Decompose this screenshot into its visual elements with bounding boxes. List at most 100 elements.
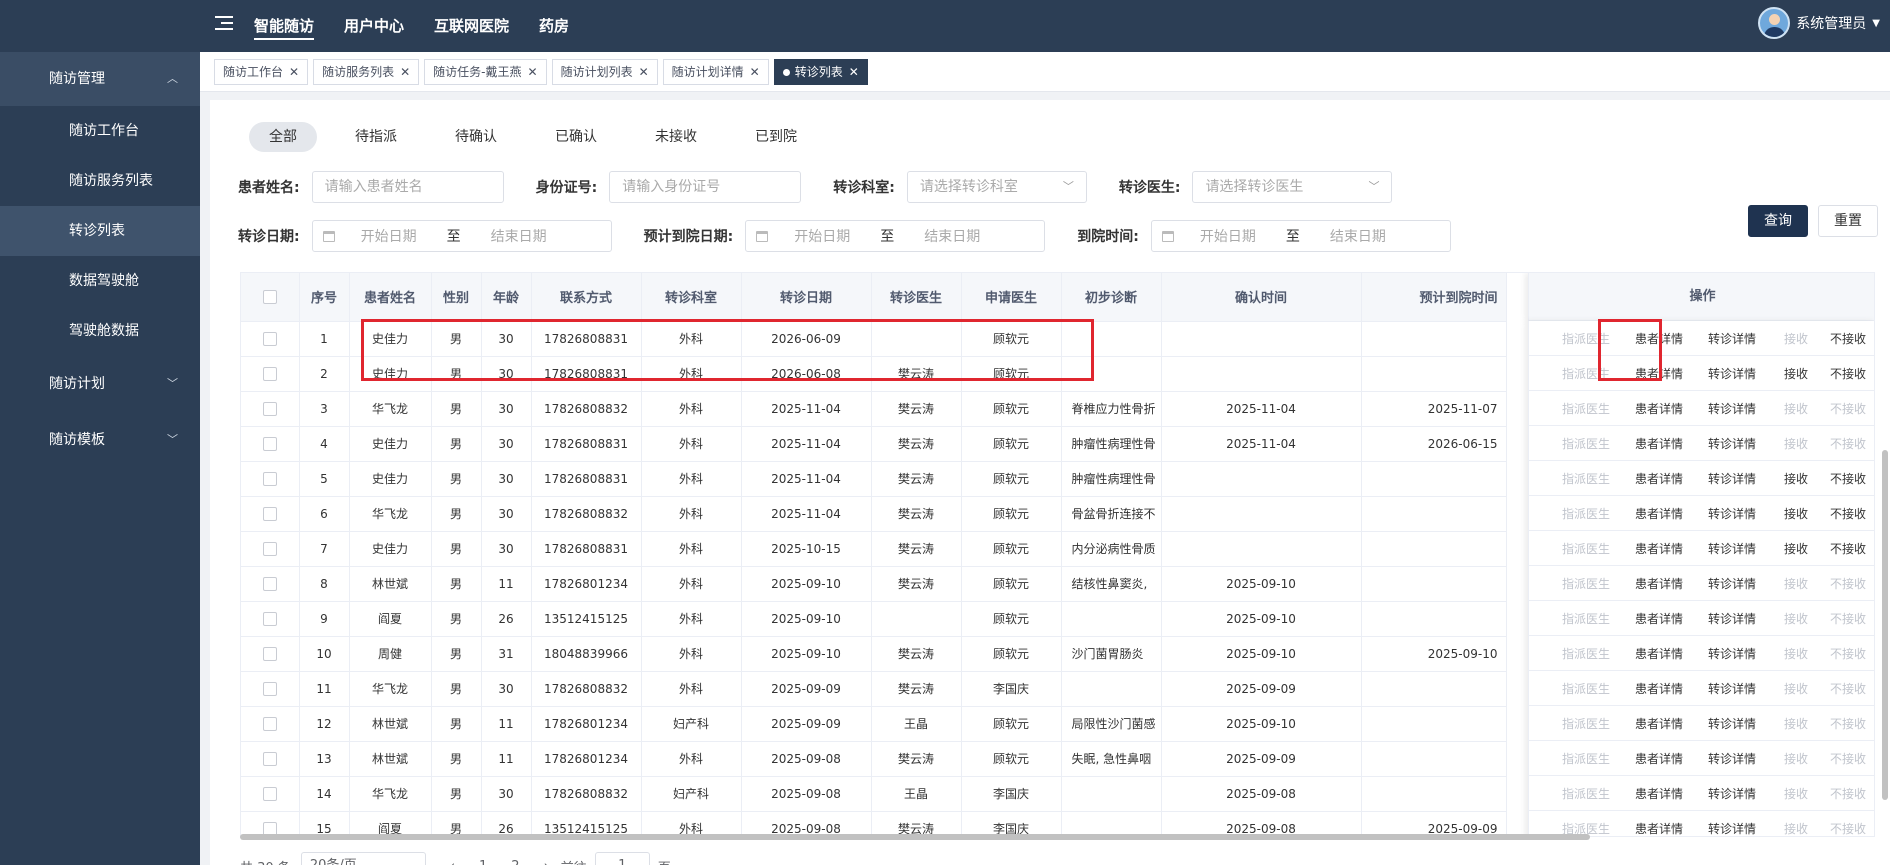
accept-link[interactable]: 接收 <box>1771 785 1821 802</box>
caret-down-icon[interactable]: ▼ <box>1872 18 1880 29</box>
tab-plan-detail[interactable]: 随访计划详情 ✕ <box>662 59 769 85</box>
patient-detail-link[interactable]: 患者详情 <box>1625 400 1693 417</box>
row-checkbox[interactable] <box>262 786 277 801</box>
row-checkbox[interactable] <box>262 436 277 451</box>
reject-link[interactable]: 不接收 <box>1821 575 1874 592</box>
start-date-input[interactable]: 开始日期 <box>794 226 850 246</box>
row-checkbox[interactable] <box>262 331 277 346</box>
status-tab-pending-confirm[interactable]: 待确认 <box>435 122 517 152</box>
patient-detail-link[interactable]: 患者详情 <box>1625 680 1693 697</box>
accept-link[interactable]: 接收 <box>1771 750 1821 767</box>
accept-link[interactable]: 接收 <box>1771 575 1821 592</box>
row-checkbox[interactable] <box>262 576 277 591</box>
accept-link[interactable]: 接收 <box>1771 820 1821 837</box>
page-size-select[interactable]: 20条/页 <box>300 852 426 865</box>
accept-link[interactable]: 接收 <box>1771 365 1821 382</box>
horizontal-scrollbar[interactable] <box>240 834 1590 840</box>
reject-link[interactable]: 不接收 <box>1821 610 1874 627</box>
sidebar-group-followup-management[interactable]: 随访管理 ︿ <box>0 52 200 106</box>
accept-link[interactable]: 接收 <box>1771 330 1821 347</box>
referral-detail-link[interactable]: 转诊详情 <box>1693 330 1771 347</box>
assign-doctor-link[interactable]: 指派医生 <box>1547 540 1625 557</box>
assign-doctor-link[interactable]: 指派医生 <box>1547 680 1625 697</box>
referral-detail-link[interactable]: 转诊详情 <box>1693 505 1771 522</box>
accept-link[interactable]: 接收 <box>1771 505 1821 522</box>
row-checkbox[interactable] <box>262 506 277 521</box>
status-tab-pending-assign[interactable]: 待指派 <box>335 122 417 152</box>
reject-link[interactable]: 不接收 <box>1821 505 1874 522</box>
reject-link[interactable]: 不接收 <box>1821 785 1874 802</box>
reject-link[interactable]: 不接收 <box>1821 470 1874 487</box>
patient-detail-link[interactable]: 患者详情 <box>1625 820 1693 837</box>
tab-service-list[interactable]: 随访服务列表 ✕ <box>313 59 420 85</box>
topnav-smart-followup[interactable]: 智能随访 <box>254 0 315 52</box>
sidebar-item-workbench[interactable]: 随访工作台 <box>0 106 200 156</box>
referral-detail-link[interactable]: 转诊详情 <box>1693 610 1771 627</box>
patient-detail-link[interactable]: 患者详情 <box>1625 575 1693 592</box>
assign-doctor-link[interactable]: 指派医生 <box>1547 365 1625 382</box>
accept-link[interactable]: 接收 <box>1771 470 1821 487</box>
assign-doctor-link[interactable]: 指派医生 <box>1547 330 1625 347</box>
row-checkbox[interactable] <box>262 471 277 486</box>
reject-link[interactable]: 不接收 <box>1821 645 1874 662</box>
referral-dept-select[interactable]: 请选择转诊科室 ﹀ <box>906 171 1087 203</box>
patient-detail-link[interactable]: 患者详情 <box>1625 715 1693 732</box>
close-icon[interactable]: ✕ <box>750 60 760 84</box>
status-tab-confirmed[interactable]: 已确认 <box>535 122 617 152</box>
vertical-scrollbar[interactable] <box>1882 450 1888 800</box>
sidebar-group-followup-plan[interactable]: 随访计划 ﹀ <box>0 356 200 412</box>
referral-detail-link[interactable]: 转诊详情 <box>1693 575 1771 592</box>
assign-doctor-link[interactable]: 指派医生 <box>1547 470 1625 487</box>
arrival-time-range[interactable]: 开始日期 至 结束日期 <box>1150 220 1451 252</box>
assign-doctor-link[interactable]: 指派医生 <box>1547 645 1625 662</box>
accept-link[interactable]: 接收 <box>1771 435 1821 452</box>
page-2[interactable]: 2 <box>511 859 519 865</box>
patient-detail-link[interactable]: 患者详情 <box>1625 505 1693 522</box>
reset-button[interactable]: 重置 <box>1818 205 1878 237</box>
user-name[interactable]: 系统管理员 <box>1796 13 1866 33</box>
referral-detail-link[interactable]: 转诊详情 <box>1693 470 1771 487</box>
tab-plan-list[interactable]: 随访计划列表 ✕ <box>551 59 658 85</box>
sidebar-item-service-list[interactable]: 随访服务列表 <box>0 156 200 206</box>
avatar[interactable] <box>1758 7 1791 39</box>
accept-link[interactable]: 接收 <box>1771 680 1821 697</box>
tab-followup-task[interactable]: 随访任务-戴王燕 ✕ <box>424 59 547 85</box>
assign-doctor-link[interactable]: 指派医生 <box>1547 610 1625 627</box>
patient-detail-link[interactable]: 患者详情 <box>1625 645 1693 662</box>
user-menu[interactable]: 系统管理员 ▼ <box>1758 7 1880 39</box>
topnav-pharmacy[interactable]: 药房 <box>539 0 569 52</box>
accept-link[interactable]: 接收 <box>1771 610 1821 627</box>
patient-name-input[interactable]: 请输入患者姓名 <box>311 171 504 203</box>
select-all-checkbox[interactable] <box>262 289 277 304</box>
referral-detail-link[interactable]: 转诊详情 <box>1693 645 1771 662</box>
start-date-input[interactable]: 开始日期 <box>1200 226 1256 246</box>
patient-detail-link[interactable]: 患者详情 <box>1625 610 1693 627</box>
sidebar-item-referral-list[interactable]: 转诊列表 <box>0 206 200 256</box>
reject-link[interactable]: 不接收 <box>1821 330 1874 347</box>
assign-doctor-link[interactable]: 指派医生 <box>1547 750 1625 767</box>
end-date-input[interactable]: 结束日期 <box>1330 226 1386 246</box>
reject-link[interactable]: 不接收 <box>1821 715 1874 732</box>
referral-detail-link[interactable]: 转诊详情 <box>1693 365 1771 382</box>
topnav-user-center[interactable]: 用户中心 <box>344 0 404 52</box>
assign-doctor-link[interactable]: 指派医生 <box>1547 715 1625 732</box>
referral-detail-link[interactable]: 转诊详情 <box>1693 785 1771 802</box>
patient-detail-link[interactable]: 患者详情 <box>1625 785 1693 802</box>
prev-page-icon[interactable]: ‹ <box>450 859 455 865</box>
assign-doctor-link[interactable]: 指派医生 <box>1547 785 1625 802</box>
reject-link[interactable]: 不接收 <box>1821 540 1874 557</box>
topnav-internet-hospital[interactable]: 互联网医院 <box>434 0 509 52</box>
patient-detail-link[interactable]: 患者详情 <box>1625 330 1693 347</box>
close-icon[interactable]: ✕ <box>400 60 410 84</box>
assign-doctor-link[interactable]: 指派医生 <box>1547 400 1625 417</box>
tab-workbench[interactable]: 随访工作台 ✕ <box>214 59 309 85</box>
assign-doctor-link[interactable]: 指派医生 <box>1547 575 1625 592</box>
close-icon[interactable]: ✕ <box>639 60 649 84</box>
row-checkbox[interactable] <box>262 401 277 416</box>
row-checkbox[interactable] <box>262 751 277 766</box>
close-icon[interactable]: ✕ <box>289 60 299 84</box>
patient-detail-link[interactable]: 患者详情 <box>1625 470 1693 487</box>
referral-detail-link[interactable]: 转诊详情 <box>1693 680 1771 697</box>
close-icon[interactable]: ✕ <box>849 60 859 84</box>
accept-link[interactable]: 接收 <box>1771 540 1821 557</box>
